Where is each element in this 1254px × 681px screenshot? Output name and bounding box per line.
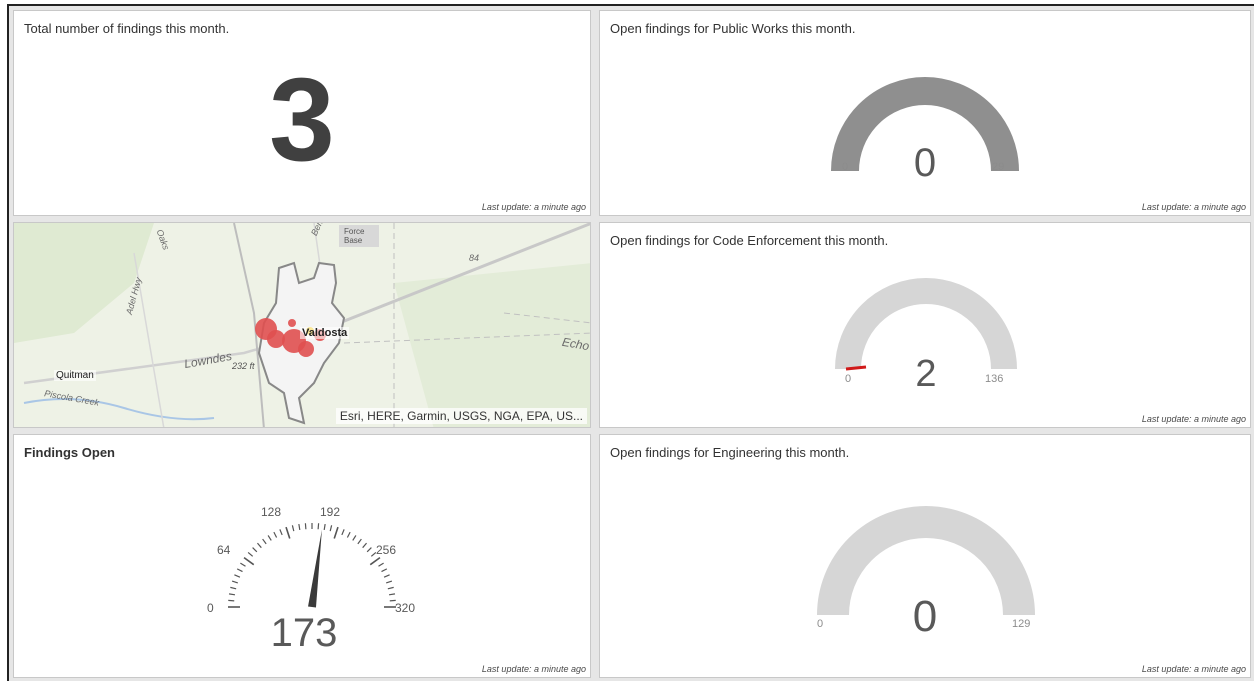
minor-tick: [230, 586, 237, 590]
gauge-max-label: 29: [992, 161, 1005, 173]
gauge-max-label: 136: [985, 373, 1004, 385]
last-update-text: Last update: a minute ago: [1141, 414, 1246, 424]
minor-tick: [267, 535, 272, 541]
gauge-min-label: 0: [817, 618, 824, 630]
minor-tick: [256, 542, 262, 549]
gauge-needle: [308, 529, 322, 608]
frame-border-top: [7, 4, 1254, 6]
last-update-text: Last update: a minute ago: [1141, 664, 1246, 674]
gauge-min-label: 0: [845, 373, 852, 385]
minor-tick: [329, 525, 333, 532]
major-tick: [369, 556, 381, 566]
map-label-force-base: Force Base: [344, 227, 365, 245]
minor-tick: [352, 535, 357, 541]
map-attribution[interactable]: Esri, HERE, Garmin, USGS, NGA, EPA, US..…: [335, 408, 587, 424]
findings-map[interactable]: Force Base Bemiss Rd Oaks Adel Hwy 84 Va…: [13, 222, 591, 428]
minor-tick: [378, 562, 384, 567]
total-findings-panel[interactable]: Total number of findings this month. 3 L…: [13, 10, 591, 216]
minor-tick: [228, 593, 236, 596]
minor-tick: [323, 523, 326, 531]
findings-open-value: 173: [270, 611, 338, 655]
gauge-value: 0: [913, 141, 937, 185]
minor-tick: [387, 586, 394, 590]
minor-tick: [388, 593, 396, 596]
minor-tick: [341, 529, 345, 536]
tick-label: 128: [261, 505, 282, 519]
tick-label: 320: [395, 601, 416, 615]
findings-open-panel[interactable]: Findings Open 0 64 128 192 256 320 173 L…: [13, 434, 591, 678]
minor-tick: [298, 523, 301, 531]
minor-tick: [357, 538, 362, 545]
tick-label: 64: [217, 543, 231, 557]
map-label-elevation: 232 ft: [232, 361, 255, 371]
minor-tick: [273, 531, 278, 538]
map-label-valdosta: Valdosta: [300, 327, 350, 339]
minor-tick: [383, 574, 390, 578]
minor-tick: [231, 580, 239, 584]
tick-label: 0: [207, 601, 214, 615]
minor-tick: [366, 547, 372, 553]
minor-tick: [346, 531, 351, 538]
minor-tick: [385, 580, 393, 584]
tick-label: 256: [376, 543, 397, 557]
public-works-panel[interactable]: Open findings for Public Works this mont…: [599, 10, 1251, 216]
code-enforcement-panel[interactable]: Open findings for Code Enforcement this …: [599, 222, 1251, 428]
minor-tick: [252, 547, 258, 553]
last-update-text: Last update: a minute ago: [1141, 202, 1246, 212]
map-label-quitman: Quitman: [54, 370, 96, 381]
minor-tick: [240, 562, 246, 567]
code-enforcement-gauge: [835, 278, 1017, 371]
gauge-value: 0: [912, 592, 938, 641]
major-tick: [285, 526, 291, 539]
frame-border-left: [7, 4, 9, 681]
engineering-gauge: [817, 506, 1035, 616]
minor-tick: [234, 574, 241, 578]
minor-tick: [247, 551, 254, 557]
major-tick: [243, 556, 255, 566]
gauge-min-label: 0: [842, 161, 849, 173]
map-label-hwy-84: 84: [469, 253, 480, 263]
finding-marker: [288, 319, 296, 327]
public-works-gauge: [831, 77, 1019, 172]
minor-tick: [362, 542, 368, 549]
finding-marker: [298, 341, 314, 357]
gauge-value: 2: [915, 353, 937, 395]
gauge-max-label: 129: [1012, 618, 1031, 630]
engineering-panel[interactable]: Open findings for Engineering this month…: [599, 434, 1251, 678]
gauge-fill: [845, 365, 867, 371]
minor-tick: [236, 568, 243, 573]
total-findings-value: 3: [269, 54, 335, 186]
minor-tick: [381, 568, 388, 573]
minor-tick: [279, 529, 283, 536]
last-update-text: Last update: a minute ago: [481, 202, 586, 212]
last-update-text: Last update: a minute ago: [481, 664, 586, 674]
major-tick: [333, 526, 339, 539]
panel-title: Total number of findings this month.: [24, 21, 230, 36]
minor-tick: [291, 525, 295, 532]
tick-label: 192: [320, 505, 341, 519]
minor-tick: [262, 538, 267, 545]
